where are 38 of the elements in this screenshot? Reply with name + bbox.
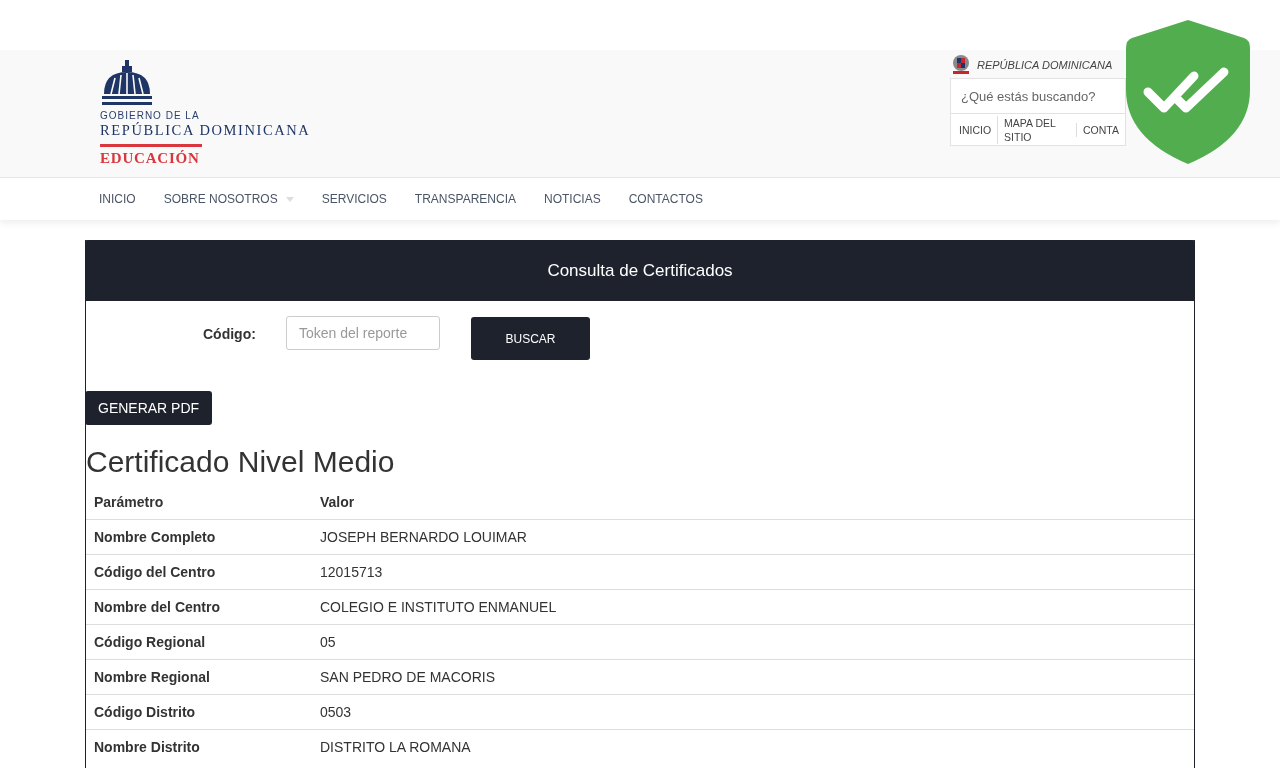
field-label: Código: <box>203 326 257 342</box>
page-heading: Certificado Nivel Medio <box>86 445 396 479</box>
nav-link[interactable]: NOTICIAS <box>544 192 601 206</box>
nav-link[interactable]: CONTACTOS <box>628 192 703 206</box>
table-cell: Código Distrito <box>86 694 312 730</box>
logo-text: REPÚBLICA DOMINICANA <box>100 122 311 139</box>
top-link[interactable]: MAPA DEL SITIO <box>997 115 1076 144</box>
top-link[interactable]: CONTA <box>1076 122 1125 137</box>
table-cell: JOSEPH BERNARDO LOUIMAR <box>312 519 1194 555</box>
table-cell: Código Regional <box>86 624 312 660</box>
table-cell: 12015713 <box>312 554 1194 590</box>
coat-of-arms-icon <box>951 54 971 76</box>
table-cell: DISTRITO LA ROMANA <box>312 729 1194 764</box>
search-button[interactable]: BUSCAR <box>471 317 590 360</box>
table-cell: Nombre Distrito <box>86 729 312 764</box>
nav-link[interactable]: INICIO <box>99 192 136 206</box>
table-cell: Nombre Completo <box>86 519 312 555</box>
nav-link[interactable]: SERVICIOS <box>321 192 387 206</box>
nav-link[interactable]: TRANSPARENCIA <box>414 192 516 206</box>
table-cell: SAN PEDRO DE MACORIS <box>312 659 1194 695</box>
column-header: Parámetro <box>86 485 312 520</box>
table-cell: Nombre del Centro <box>86 589 312 625</box>
table-cell: 0503 <box>312 694 1194 730</box>
column-header: Valor <box>312 485 1194 520</box>
table-cell: Nombre Regional <box>86 659 312 695</box>
search-field[interactable]: ¿Qué estás buscando? <box>950 78 1126 114</box>
logo-text: GOBIERNO DE LA <box>100 110 201 121</box>
dome-logo-icon <box>101 60 153 106</box>
generate-pdf-button[interactable]: GENERAR PDF <box>85 391 213 425</box>
nav-link[interactable]: SOBRE NOSOTROS <box>163 192 294 206</box>
table-cell: Código del Centro <box>86 554 312 590</box>
logo-text: EDUCACIÓN <box>100 150 201 167</box>
table-cell: 05 <box>312 624 1194 660</box>
table-cell: COLEGIO E INSTITUTO ENMANUEL <box>312 589 1194 625</box>
code-field[interactable]: Token del reporte <box>286 316 440 350</box>
top-link[interactable]: INICIO <box>959 122 998 137</box>
country-name: REPÚBLICA DOMINICANA <box>977 59 1113 71</box>
panel-title: Consulta de Certificados <box>85 240 1195 301</box>
